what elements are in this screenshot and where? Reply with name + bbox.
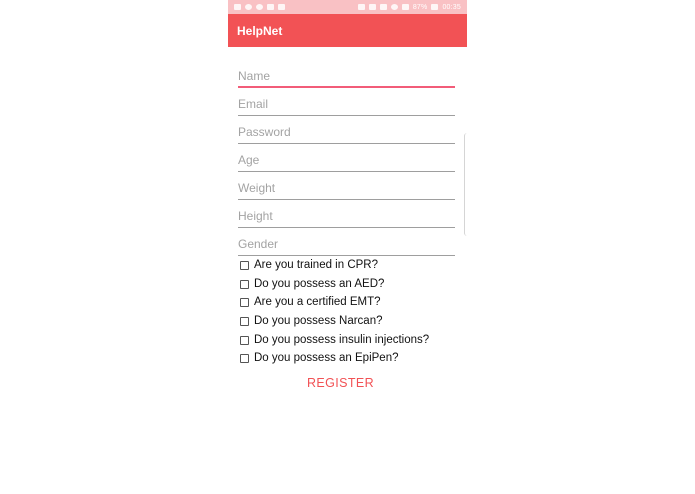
narcan-checkbox[interactable]	[240, 316, 249, 326]
video-icon	[278, 4, 285, 10]
gender-input[interactable]: Gender	[238, 236, 455, 256]
bluetooth-icon	[357, 4, 365, 10]
height-input[interactable]: Height	[238, 208, 455, 228]
wifi-icon	[390, 4, 398, 10]
password-input[interactable]: Password	[238, 124, 455, 144]
narcan-checkbox-row[interactable]: Do you possess Narcan?	[240, 315, 382, 327]
weight-input[interactable]: Weight	[238, 180, 455, 200]
email-input[interactable]: Email	[238, 96, 455, 116]
battery-percent: 87%	[412, 3, 428, 11]
message-icon	[234, 4, 241, 10]
epipen-checkbox-row[interactable]: Do you possess an EpiPen?	[240, 352, 398, 364]
system-icons: 87% 00:35	[357, 3, 461, 11]
aed-checkbox-row[interactable]: Do you possess an AED?	[240, 278, 384, 290]
aed-checkbox-label: Do you possess an AED?	[254, 278, 385, 290]
epipen-checkbox-label: Do you possess an EpiPen?	[254, 352, 399, 364]
emt-checkbox-label: Are you a certified EMT?	[254, 296, 381, 308]
nfc-icon	[368, 4, 376, 10]
register-button[interactable]: REGISTER	[228, 376, 453, 390]
cpr-checkbox-label: Are you trained in CPR?	[254, 259, 379, 271]
location-icon	[245, 4, 252, 10]
status-bar: 87% 00:35	[228, 0, 467, 14]
cpr-checkbox-row[interactable]: Are you trained in CPR?	[240, 259, 378, 271]
missed-call-icon	[256, 4, 263, 10]
cpr-checkbox[interactable]	[240, 260, 249, 270]
battery-icon	[431, 4, 439, 10]
app-title: HelpNet	[237, 23, 283, 38]
epipen-checkbox[interactable]	[240, 353, 249, 363]
image-icon	[267, 4, 274, 10]
app-bar: HelpNet	[228, 14, 467, 47]
status-time: 00:35	[442, 3, 461, 11]
phone-screen: 87% 00:35 HelpNet Name Email Password Ag…	[228, 0, 467, 494]
emt-checkbox[interactable]	[240, 297, 249, 307]
notification-icons	[234, 4, 285, 10]
mute-icon	[379, 4, 387, 10]
insulin-checkbox-label: Do you possess insulin injections?	[254, 334, 430, 346]
emt-checkbox-row[interactable]: Are you a certified EMT?	[240, 296, 381, 308]
signal-icon	[401, 4, 409, 10]
aed-checkbox[interactable]	[240, 279, 249, 289]
narcan-checkbox-label: Do you possess Narcan?	[254, 315, 383, 327]
insulin-checkbox-row[interactable]: Do you possess insulin injections?	[240, 334, 429, 346]
scroll-edge	[464, 133, 468, 236]
name-input[interactable]: Name	[238, 68, 455, 88]
insulin-checkbox[interactable]	[240, 335, 249, 345]
age-input[interactable]: Age	[238, 152, 455, 172]
